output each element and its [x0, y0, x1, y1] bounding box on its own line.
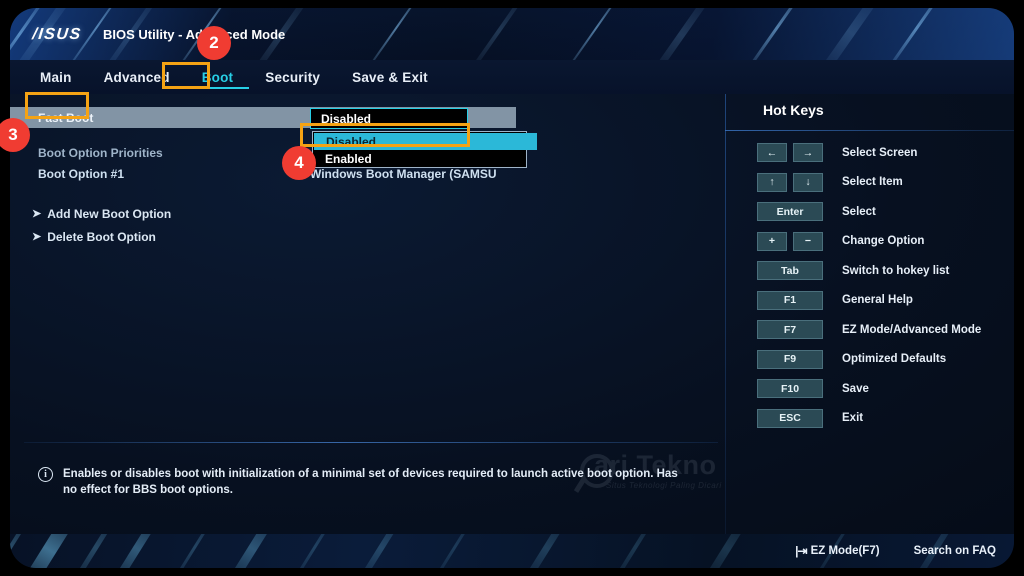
key-f9: F9	[757, 349, 823, 369]
hotkey-row-ez-mode: F7 EZ Mode/Advanced Mode	[725, 315, 1014, 345]
key-esc: ESC	[757, 408, 823, 428]
hotkey-desc: EZ Mode/Advanced Mode	[842, 323, 982, 336]
fast-boot-dropdown-value[interactable]: Disabled	[310, 108, 468, 129]
hotkey-keys: ← →	[757, 143, 823, 163]
hotkey-desc: Select Screen	[842, 146, 918, 159]
action-delete-boot-option[interactable]: ➤ Delete Boot Option	[10, 225, 725, 248]
setting-value-boot-option-1: Windows Boot Manager (SAMSU	[310, 166, 497, 181]
key-arrow-up: ↑	[757, 172, 787, 192]
hotkey-row-general-help: F1 General Help	[725, 286, 1014, 316]
hotkey-keys: F7	[757, 320, 823, 340]
hotkey-keys: Enter	[757, 202, 823, 222]
hotkey-keys: ↑ ↓	[757, 172, 823, 192]
hotkey-keys: Tab	[757, 261, 823, 281]
hotkey-keys: ESC	[757, 408, 823, 428]
hotkey-keys: F10	[757, 379, 823, 399]
annotation-badge-2: 2	[197, 26, 231, 60]
help-description-box: i Enables or disables boot with initiali…	[38, 466, 678, 498]
tab-save-exit[interactable]: Save & Exit	[336, 66, 444, 89]
ez-mode-icon: |⇥	[795, 544, 807, 558]
hotkey-row-optimized-defaults: F9 Optimized Defaults	[725, 345, 1014, 375]
screenshot-root: /ISUS BIOS Utility - Advanced Mode Main …	[0, 0, 1024, 576]
hotkey-row-select-item: ↑ ↓ Select Item	[725, 168, 1014, 198]
hot-keys-rows: ← → Select Screen ↑ ↓ Select Item Enter …	[725, 138, 1014, 433]
bios-window: /ISUS BIOS Utility - Advanced Mode Main …	[10, 8, 1014, 568]
key-arrow-left: ←	[757, 143, 787, 163]
hotkey-desc: Exit	[842, 412, 864, 425]
hotkey-desc: Change Option	[842, 235, 925, 248]
hotkey-desc: Select	[842, 205, 876, 218]
hotkey-keys: + −	[757, 231, 823, 251]
page-title: BIOS Utility - Advanced Mode	[103, 27, 286, 42]
ez-mode-button[interactable]: |⇥ EZ Mode(F7)	[795, 544, 879, 558]
key-f1: F1	[757, 290, 823, 310]
key-tab: Tab	[757, 261, 823, 281]
chevron-right-icon: ➤	[32, 231, 42, 243]
bottom-bar-actions: |⇥ EZ Mode(F7) Search on FAQ	[795, 534, 996, 568]
fast-boot-dropdown-menu[interactable]: Disabled Enabled	[312, 131, 537, 168]
hotkey-row-select-screen: ← → Select Screen	[725, 138, 1014, 168]
annotation-badge-4: 4	[282, 146, 316, 180]
horizontal-divider	[24, 442, 718, 443]
key-arrow-down: ↓	[793, 172, 823, 192]
help-description-text: Enables or disables boot with initializa…	[63, 468, 678, 496]
main-navbar: Main Advanced Boot Security Save & Exit	[10, 60, 1014, 95]
title-banner: /ISUS BIOS Utility - Advanced Mode	[10, 8, 1014, 60]
tab-security[interactable]: Security	[249, 66, 336, 89]
asus-logo: /ISUS	[31, 25, 83, 43]
search-on-faq-label: Search on FAQ	[913, 545, 996, 557]
action-add-new-boot-option[interactable]: ➤ Add New Boot Option	[10, 202, 725, 225]
hotkey-row-save: F10 Save	[725, 374, 1014, 404]
key-f10: F10	[757, 379, 823, 399]
hotkey-desc: Save	[842, 382, 869, 395]
hotkey-row-switch-hotkey-list: Tab Switch to hokey list	[725, 256, 1014, 286]
content-area: Fast Boot Boot Option Priorities Boot Op…	[10, 94, 1014, 534]
hotkey-keys: F9	[757, 349, 823, 369]
nav-tab-list: Main Advanced Boot Security Save & Exit	[24, 60, 444, 94]
hotkey-keys: F1	[757, 290, 823, 310]
hotkey-desc: General Help	[842, 294, 913, 307]
hotkey-row-exit: ESC Exit	[725, 404, 1014, 434]
setting-label-boot-option-1: Boot Option #1	[38, 166, 124, 181]
key-minus: −	[793, 231, 823, 251]
ez-mode-label: EZ Mode(F7)	[810, 545, 880, 557]
dropdown-option-disabled[interactable]: Disabled	[314, 133, 537, 150]
tab-main[interactable]: Main	[24, 66, 88, 89]
key-arrow-right: →	[793, 143, 823, 163]
hotkey-row-select: Enter Select	[725, 197, 1014, 227]
search-on-faq-button[interactable]: Search on FAQ	[914, 545, 996, 557]
info-icon: i	[38, 467, 53, 482]
key-plus: +	[757, 231, 787, 251]
hotkey-desc: Optimized Defaults	[842, 353, 947, 366]
hot-keys-rule	[725, 130, 1014, 131]
dropdown-option-enabled[interactable]: Enabled	[313, 150, 526, 167]
hotkey-desc: Switch to hokey list	[842, 264, 950, 277]
key-f7: F7	[757, 320, 823, 340]
dropdown-current-value: Disabled	[321, 111, 372, 126]
setting-label-fast-boot: Fast Boot	[38, 110, 94, 125]
action-label-delete-boot-option: Delete Boot Option	[47, 229, 156, 244]
action-label-add-new-boot-option: Add New Boot Option	[47, 206, 172, 221]
hotkey-desc: Select Item	[842, 176, 903, 189]
chevron-right-icon: ➤	[32, 208, 42, 220]
hot-keys-title: Hot Keys	[763, 102, 824, 118]
tab-boot[interactable]: Boot	[185, 66, 250, 89]
hotkey-row-change-option: + − Change Option	[725, 227, 1014, 257]
setting-label-boot-option-priorities: Boot Option Priorities	[38, 145, 163, 160]
key-enter: Enter	[757, 202, 823, 222]
tab-advanced[interactable]: Advanced	[88, 66, 186, 89]
bottom-status-bar: |⇥ EZ Mode(F7) Search on FAQ	[10, 534, 1014, 568]
hot-keys-panel: Hot Keys ← → Select Screen ↑ ↓ Select It…	[725, 94, 1014, 534]
